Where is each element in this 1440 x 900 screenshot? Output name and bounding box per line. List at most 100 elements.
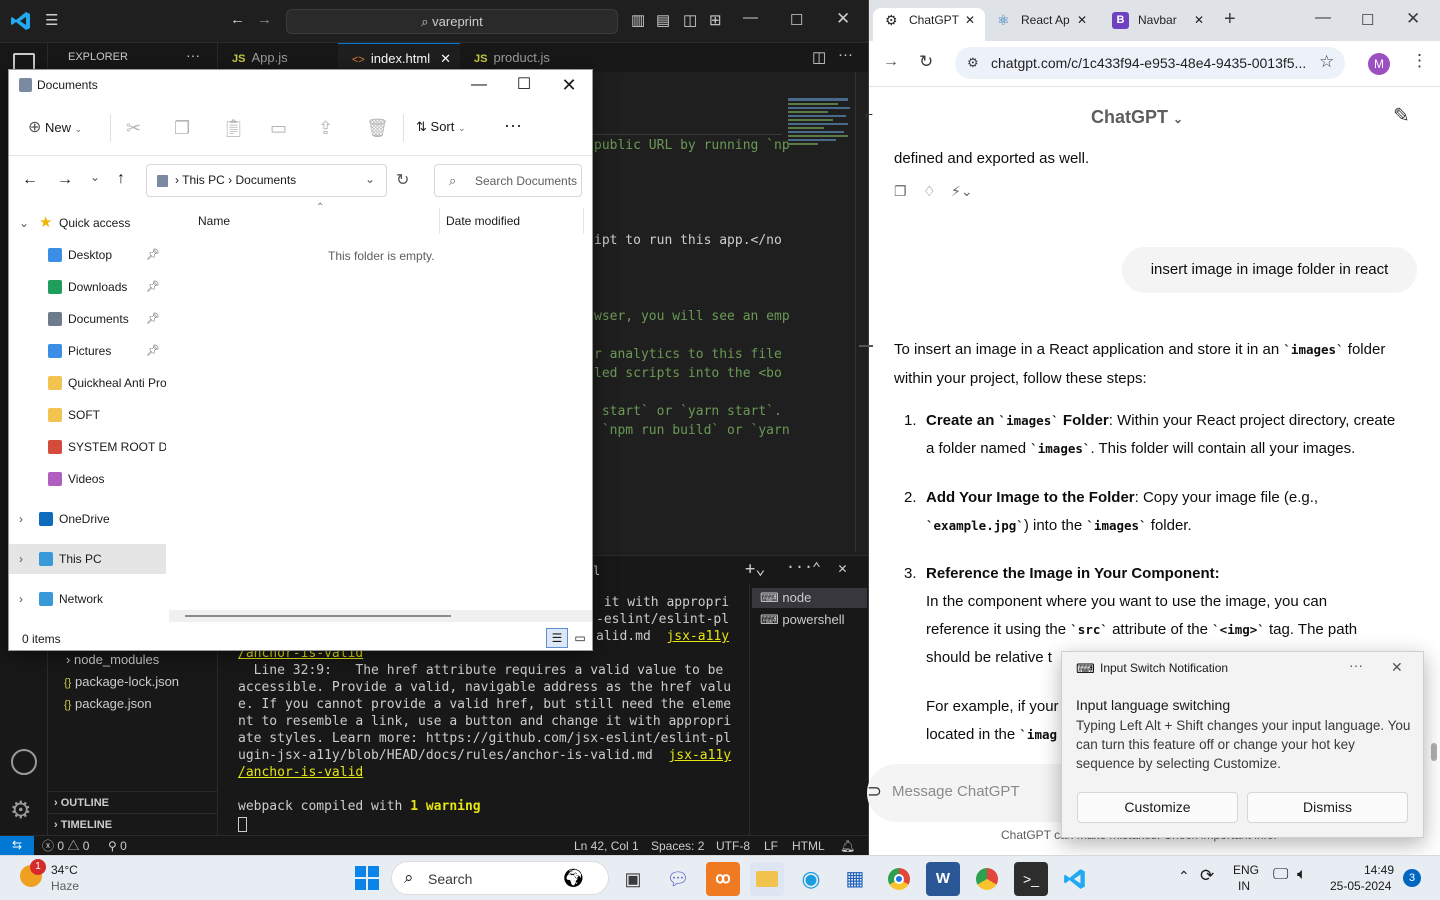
terminal-link[interactable]: jsx-a11y [666,629,729,644]
refresh-icon[interactable]: ↻ [396,170,409,190]
up-arrow-icon[interactable]: ↑ [117,170,125,188]
bookmark-star-icon[interactable]: ☆ [1319,52,1334,72]
tab-navbar[interactable]: B Navbar ✕ [1102,8,1214,41]
remote-indicator-icon[interactable]: ⇆ [0,836,34,855]
manage-gear-icon[interactable]: ⚙ [10,796,32,825]
profile-avatar[interactable]: M [1368,53,1390,75]
recent-locations-icon[interactable]: ⌄ [90,170,100,184]
file-explorer-taskbar-icon[interactable] [750,862,784,896]
close-tab-icon[interactable]: ✕ [440,51,451,66]
account-icon[interactable] [11,749,37,775]
tab-app-js[interactable]: JS App.js [218,43,338,72]
customize-layout-icon[interactable]: ⊞ [709,11,722,29]
nav-item-onedrive[interactable]: › OneDrive [9,504,166,534]
minimize-icon[interactable]: — [743,9,758,26]
maximize-panel-icon[interactable]: ⌃ [812,559,821,577]
tree-item-package-lock[interactable]: {} package-lock.json [48,671,217,693]
customize-button[interactable]: Customize [1077,792,1238,823]
chevron-right-icon[interactable]: › [19,584,23,614]
terminal-icon[interactable]: >_ [1014,862,1048,896]
close-tab-icon[interactable]: ✕ [965,8,975,33]
nav-item-quickheal-anti-pro[interactable]: Quickheal Anti Pro [9,368,166,398]
sync-icon[interactable]: ⟳ [1200,866,1214,886]
chevron-down-icon[interactable]: ⌄ [365,172,375,186]
attach-icon[interactable]: ⊃ [867,781,882,802]
tab-index-html[interactable]: <> index.html ✕ [338,43,460,72]
maximize-icon[interactable]: ☐ [790,11,803,29]
chrome-icon[interactable] [882,862,916,896]
delete-icon[interactable]: 🗑︎ [366,118,389,139]
close-icon[interactable]: ✕ [836,9,850,29]
notification-count-badge[interactable]: 3 [1403,869,1421,887]
close-icon[interactable]: ✕ [1391,659,1403,676]
address-bar[interactable]: ⚙ chatgpt.com/c/1c433f94-e953-48e4-9435-… [955,47,1345,79]
editor-more-actions-icon[interactable]: ··· [838,46,853,63]
forward-arrow-icon[interactable]: → [57,171,73,189]
nav-item-desktop[interactable]: Desktop 📌︎ [9,240,166,270]
terminal-session-node[interactable]: ⌨ node [752,588,867,608]
terminal-link[interactable]: jsx-a11y [668,748,731,763]
close-tab-icon[interactable]: ✕ [1077,8,1087,33]
model-selector[interactable]: ChatGPT ⌄ [1091,107,1183,128]
new-terminal-icon[interactable]: +⌄ [745,559,765,579]
forward-arrow-icon[interactable]: → [257,11,272,28]
task-view-icon[interactable]: ▣ [616,862,650,896]
minimap[interactable] [788,96,854,206]
close-panel-icon[interactable]: ✕ [838,559,847,577]
message-input[interactable]: ⊃ Message ChatGPT [867,764,1087,822]
horizontal-scrollbar[interactable] [169,610,592,622]
problems-indicator[interactable]: ⓧ 0 △ 0 [42,836,89,855]
column-date-modified[interactable]: Date modified [446,214,520,228]
language-code[interactable]: ENG [1233,863,1259,877]
paste-icon[interactable]: 📋︎ [222,118,245,139]
nav-item-downloads[interactable]: Downloads 📌︎ [9,272,166,302]
vscode-taskbar-icon[interactable] [1058,862,1092,896]
clock-date[interactable]: 25-05-2024 [1330,879,1391,893]
xampp-icon[interactable]: ꝏ [706,862,740,896]
sort-button[interactable]: ⇅ Sort ⌄ [416,119,466,135]
teams-chat-icon[interactable]: 💬︎ [661,862,695,896]
nav-item-documents[interactable]: Documents 📌︎ [9,304,166,334]
toggle-panel-icon[interactable]: ▤ [656,11,670,29]
indentation[interactable]: Spaces: 2 [651,836,704,855]
new-chat-icon[interactable]: ✎ [1393,103,1410,128]
cursor-position[interactable]: Ln 42, Col 1 [574,836,639,855]
terminal-session-powershell[interactable]: ⌨ powershell [752,610,867,630]
maximize-icon[interactable]: ☐ [1361,11,1374,29]
nav-item-pictures[interactable]: Pictures 📌︎ [9,336,166,366]
dismiss-button[interactable]: Dismiss [1247,792,1408,823]
split-editor-icon[interactable]: ◫ [812,48,826,66]
back-arrow-icon[interactable]: ← [230,11,245,28]
breadcrumb-this-pc[interactable]: This PC [182,173,225,187]
store-icon[interactable]: ▦ [838,862,872,896]
copy-icon[interactable]: ❐ [174,118,190,139]
reload-icon[interactable]: ↻ [919,52,933,72]
start-windows-icon[interactable] [355,866,379,890]
site-info-icon[interactable]: ⚙ [967,47,979,79]
tree-item-package-json[interactable]: {} package.json [48,693,217,715]
word-icon[interactable]: W [926,862,960,896]
command-center[interactable]: ⌕ vareprint [286,9,618,34]
column-name[interactable]: Name [198,214,230,228]
new-tab-icon[interactable]: + [1224,8,1236,31]
toggle-secondary-sidebar-icon[interactable]: ◫ [683,11,697,29]
minimize-icon[interactable]: — [1315,9,1331,27]
close-icon[interactable]: ✕ [546,70,592,100]
cut-icon[interactable]: ✂ [126,118,141,139]
edge-icon[interactable]: ◉ [794,862,828,896]
timeline-section[interactable]: › TIMELINE [48,813,217,835]
encoding[interactable]: UTF-8 [716,836,750,855]
address-bar[interactable]: › This PC › Documents ⌄ [146,164,387,197]
notifications-bell-icon[interactable]: 🔔︎ [840,836,855,855]
volume-icon[interactable]: 🔈︎ [1297,866,1307,884]
close-icon[interactable]: ✕ [1406,9,1420,29]
tree-item-node-modules[interactable]: › node_modules [48,649,217,671]
language-region[interactable]: IN [1238,879,1250,893]
tab-react-app[interactable]: ⚛ React Ap ✕ [985,8,1095,41]
new-button[interactable]: ⊕ New ⌄ [28,117,82,137]
forward-arrow-icon[interactable]: → [883,53,899,71]
nav-item-quick-access[interactable]: ⌄ ★ Quick access [9,208,166,238]
tab-product-js[interactable]: JS product.js [460,43,580,72]
menu-icon[interactable]: ☰ [45,11,58,29]
resize-handle[interactable] [859,345,873,347]
